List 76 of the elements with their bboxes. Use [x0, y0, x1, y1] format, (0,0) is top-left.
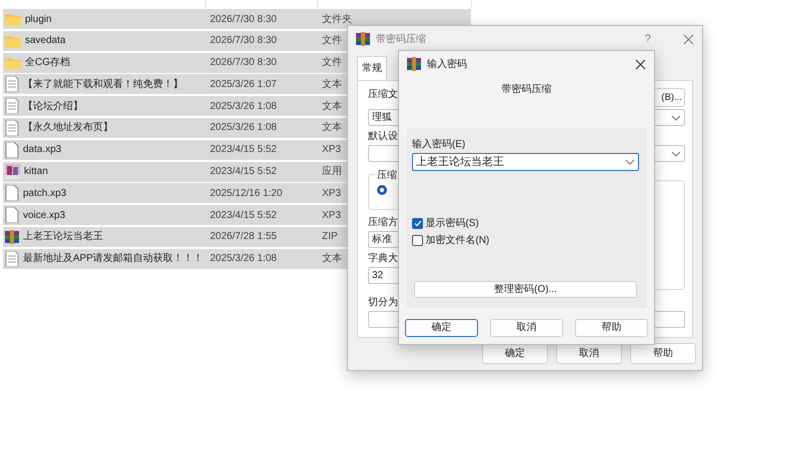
folder-icon	[5, 34, 21, 48]
file-name: 全CG存档	[25, 56, 70, 70]
field-label: 切分为	[368, 296, 398, 309]
file-name: plugin	[25, 12, 52, 26]
radio-button[interactable]	[377, 185, 387, 195]
file-name: kittan	[24, 165, 48, 180]
checkbox[interactable]	[412, 218, 423, 229]
chevron-down-icon	[671, 150, 681, 156]
file-icon	[5, 142, 19, 158]
app-icon	[5, 164, 20, 180]
help-button[interactable]: ?	[644, 30, 651, 48]
dialog-button[interactable]: 确定	[405, 319, 478, 337]
window-title: 输入密码	[427, 58, 467, 72]
dialog-button[interactable]: 帮助	[630, 343, 696, 364]
file-name: 【论坛介绍】	[23, 100, 83, 114]
text-file-icon	[5, 120, 19, 136]
archive-icon	[407, 57, 421, 71]
file-icon	[5, 185, 19, 202]
file-type: 文本	[322, 100, 342, 112]
dialog-button[interactable]: 取消	[490, 319, 563, 337]
dialog-button[interactable]: 帮助	[575, 319, 648, 337]
file-name: 【来了就能下载和观看！纯免费！】	[23, 78, 183, 92]
file-row[interactable]: plugin 2026/7/30 8:30 文件夹	[3, 9, 471, 29]
folder-icon	[5, 12, 21, 26]
file-icon	[5, 207, 19, 224]
field-value: 32	[372, 269, 384, 283]
file-date: 2026/7/30 8:30	[210, 14, 277, 24]
dialog-button[interactable]: 确定	[482, 343, 548, 364]
file-name: 最新地址及APP请发邮箱自动获取！！！	[23, 252, 204, 266]
text-file-icon	[5, 98, 19, 114]
file-type: 文本	[322, 253, 342, 264]
file-type: 文本	[322, 78, 342, 90]
archive-icon	[356, 32, 370, 46]
file-type: XP3	[322, 210, 341, 221]
file-name: data.xp3	[23, 143, 62, 158]
field-label: 字典大	[368, 252, 398, 265]
file-date: 2023/4/15 5:52	[210, 210, 277, 221]
file-date: 2026/7/28 1:55	[210, 231, 277, 242]
file-date: 2025/3/26 1:08	[210, 253, 277, 264]
text-file-icon	[5, 76, 19, 92]
file-type: XP3	[322, 144, 341, 156]
file-name: patch.xp3	[23, 186, 66, 201]
file-type: 文本	[322, 122, 342, 134]
text-file-icon	[5, 250, 19, 267]
close-icon[interactable]	[635, 58, 646, 70]
file-type: 文件夹	[322, 14, 352, 24]
file-date: 2023/4/15 5:52	[210, 144, 277, 156]
checkbox[interactable]	[412, 235, 423, 246]
file-date: 2025/3/26 1:08	[210, 122, 277, 134]
file-name: 【永久地址发布页】	[23, 120, 113, 136]
file-type: ZIP	[322, 231, 338, 242]
chevron-down-icon	[625, 159, 635, 165]
field-label: 输入密码(E)	[412, 138, 466, 151]
password-field[interactable]: 上老王论坛当老王	[412, 153, 639, 171]
organize-button[interactable]: 整理密码(O)...	[414, 281, 637, 298]
archive-icon	[5, 230, 19, 244]
chevron-down-icon	[671, 114, 681, 120]
file-date: 2026/7/30 8:30	[210, 57, 277, 68]
file-date: 2026/7/30 8:30	[210, 35, 277, 46]
file-date: 2023/4/15 5:52	[210, 166, 277, 178]
file-type: XP3	[322, 188, 341, 199]
folder-icon	[5, 56, 21, 70]
dialog-heading: 带密码压缩	[502, 84, 552, 95]
file-date: 2025/12/16 1:20	[210, 188, 282, 199]
dialog-button[interactable]: 取消	[556, 343, 622, 364]
file-name: savedata	[25, 34, 66, 48]
file-name: voice.xp3	[23, 208, 66, 223]
field-value: 标准	[372, 232, 392, 247]
window-title: 带密码压缩	[376, 32, 426, 46]
file-date: 2025/3/26 1:08	[210, 100, 277, 112]
file-type: 文件	[322, 35, 342, 46]
file-date: 2025/3/26 1:07	[210, 78, 277, 90]
file-name: 上老王论坛当老王	[23, 230, 103, 244]
file-type: 应用	[322, 166, 342, 178]
tab[interactable]: 常规	[357, 56, 387, 80]
file-type: 文件	[322, 57, 342, 68]
